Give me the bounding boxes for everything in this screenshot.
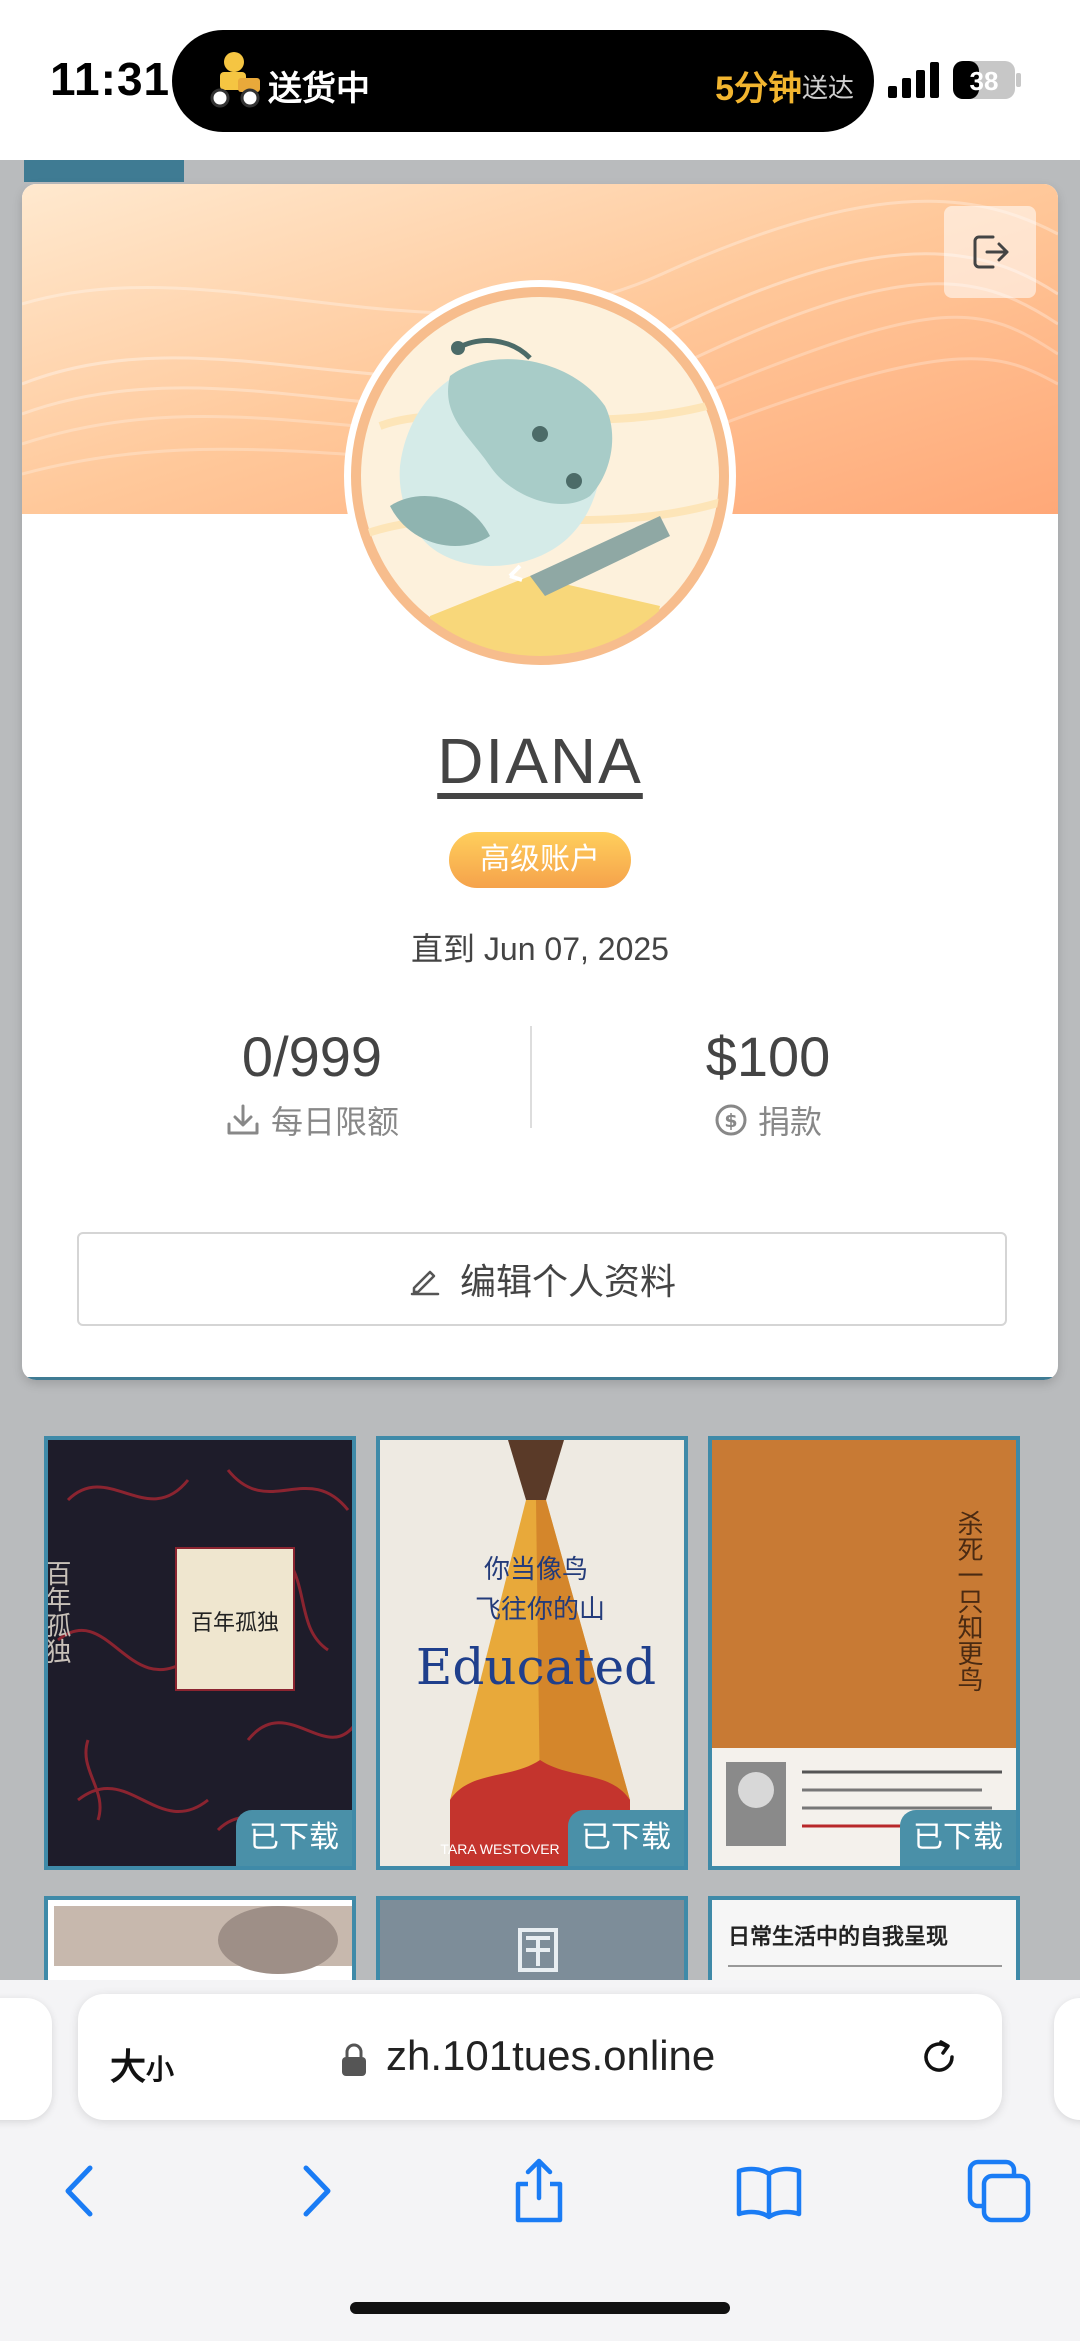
download-icon	[227, 1104, 259, 1135]
forward-icon[interactable]	[280, 2156, 350, 2226]
address-bar[interactable]: 大小 zh.101tues.online	[78, 1994, 1002, 2120]
delivery-eta: 5分钟	[715, 70, 802, 108]
dollar-coin-icon: $	[715, 1104, 747, 1136]
edit-profile-button[interactable]: 编辑个人资料	[77, 1232, 1007, 1326]
delivery-scooter-icon	[210, 52, 260, 108]
cover-title: 杀死一只知更鸟	[953, 1510, 983, 1692]
book-card[interactable]: 百年孤独 百年孤独 已下载	[44, 1436, 356, 1870]
book-cover-mockingbird: 杀死一只知更鸟	[712, 1440, 1016, 1866]
book-card[interactable]: 日常生活中的自我呈现	[708, 1896, 1020, 1980]
donation-value: $100	[705, 1025, 831, 1088]
delivery-eta-suffix: 送达	[801, 73, 854, 103]
pencil-icon	[410, 1270, 440, 1296]
cover-author: TARA WESTOVER	[440, 1841, 559, 1857]
cover-title-line2: 飞往你的山	[475, 1595, 605, 1625]
svg-text:$: $	[724, 1110, 737, 1132]
cover-english-title: Educated	[416, 1638, 656, 1696]
cellular-signal-icon	[888, 62, 939, 98]
back-icon[interactable]	[46, 2156, 116, 2226]
donation-label: 捐款	[757, 1104, 822, 1140]
next-tab-pill[interactable]	[1054, 1998, 1080, 2120]
profile-card: DIANA 高级账户 直到 Jun 07, 2025 0/999 每日限额 $1…	[22, 184, 1058, 1380]
daily-limit-label: 每日限额	[270, 1104, 399, 1140]
dynamic-island-live-activity[interactable]: 送货中 5分钟 送达	[172, 30, 874, 132]
status-bar: 11:31 送货中 5分钟 送达 38	[0, 0, 1080, 160]
book-card[interactable]: 你当像鸟 飞往你的山 Educated TARA WESTOVER 已下载	[376, 1436, 688, 1870]
book-cover-gray	[380, 1900, 684, 1980]
edit-profile-label: 编辑个人资料	[459, 1261, 676, 1302]
share-icon[interactable]	[504, 2156, 574, 2226]
bookmarks-icon[interactable]	[734, 2156, 804, 2226]
downloaded-badge: 已下载	[900, 1810, 1016, 1866]
web-content: DIANA 高级账户 直到 Jun 07, 2025 0/999 每日限额 $1…	[0, 160, 1080, 1980]
clock: 11:31	[50, 53, 171, 105]
home-indicator[interactable]	[350, 2302, 730, 2314]
book-card[interactable]	[376, 1896, 688, 1980]
book-card[interactable]: 杀死一只知更鸟 已下载	[708, 1436, 1020, 1870]
book-cover-self-presentation: 日常生活中的自我呈现	[712, 1900, 1016, 1980]
reload-icon[interactable]	[916, 2034, 962, 2080]
downloaded-badge: 已下载	[236, 1810, 352, 1866]
daily-limit-value: 0/999	[241, 1025, 383, 1088]
lock-icon	[342, 2043, 366, 2076]
tabs-icon[interactable]	[964, 2156, 1034, 2226]
book-cover-one-hundred-years: 百年孤独 百年孤独	[48, 1440, 352, 1866]
cover-title: 百年孤独	[191, 1611, 279, 1636]
battery-icon: 38	[953, 61, 1021, 99]
stats-divider	[530, 1026, 532, 1128]
browser-toolbar: 大小 zh.101tues.online	[0, 1980, 1080, 2341]
user-avatar[interactable]	[340, 276, 740, 676]
delivery-status-label: 送货中	[268, 70, 370, 108]
card-bottom-accent	[22, 1377, 1058, 1380]
text-size-button[interactable]: 大小	[110, 2038, 174, 2090]
premium-expiry-date: 直到 Jun 07, 2025	[411, 931, 669, 967]
book-cover-educated: 你当像鸟 飞往你的山 Educated TARA WESTOVER	[380, 1440, 684, 1866]
premium-account-badge: 高级账户	[449, 832, 631, 888]
logout-button[interactable]	[944, 206, 1036, 298]
book-cover-blurred	[48, 1900, 352, 1980]
logout-icon	[973, 235, 1009, 269]
downloaded-badge: 已下载	[568, 1810, 684, 1866]
username[interactable]: DIANA	[22, 724, 1058, 798]
book-card[interactable]	[44, 1896, 356, 1980]
donation-stat: $100 $ 捐款	[598, 1024, 938, 1143]
header-accent-stripe	[24, 160, 184, 182]
cover-title-line1: 你当像鸟	[484, 1555, 588, 1585]
cover-title: 日常生活中的自我呈现	[728, 1924, 948, 1950]
url-text[interactable]: zh.101tues.online	[386, 2032, 715, 2080]
cover-side-title: 百年孤独	[48, 1560, 71, 1664]
previous-tab-pill[interactable]	[0, 1998, 52, 2120]
battery-percent: 38	[970, 66, 999, 96]
daily-limit-stat: 0/999 每日限额	[142, 1024, 482, 1143]
